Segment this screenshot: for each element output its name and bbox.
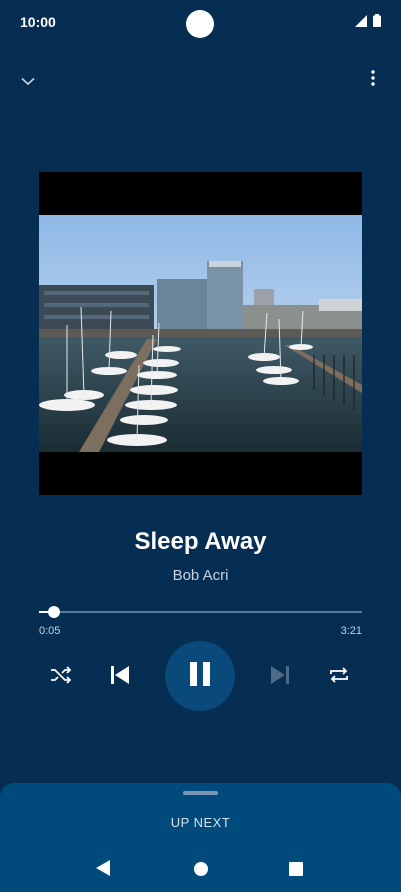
up-next-label: UP NEXT: [170, 815, 231, 830]
signal-icon: [355, 14, 367, 27]
camera-cutout: [186, 10, 214, 38]
battery-icon: [373, 14, 381, 27]
shuffle-icon: [50, 666, 72, 688]
status-time: 10:00: [20, 14, 56, 30]
repeat-icon: [328, 665, 350, 689]
seek-bar-thumb[interactable]: [48, 606, 60, 618]
skip-next-icon: [270, 666, 290, 688]
collapse-button[interactable]: [14, 66, 42, 94]
seek-bar-track: [39, 611, 362, 613]
more-vert-icon: [371, 70, 375, 90]
shuffle-button[interactable]: [46, 662, 76, 692]
sheet-drag-handle[interactable]: [183, 791, 218, 795]
home-icon: [194, 861, 208, 880]
pause-icon: [189, 662, 211, 690]
player-top-bar: [0, 62, 401, 98]
track-title: Sleep Away: [134, 528, 267, 555]
seek-bar[interactable]: [39, 604, 362, 620]
playback-controls: [0, 641, 401, 711]
status-icons: [355, 14, 381, 27]
previous-track-button[interactable]: [105, 662, 135, 692]
album-artwork: [39, 172, 362, 495]
track-artist: Bob Acri: [172, 567, 229, 584]
nav-back-button[interactable]: [91, 858, 115, 882]
elapsed-time: 0:05: [39, 625, 61, 637]
nav-recents-button[interactable]: [284, 858, 308, 882]
pause-button[interactable]: [165, 641, 235, 711]
total-duration: 3:21: [340, 625, 362, 637]
repeat-button[interactable]: [324, 662, 354, 692]
status-bar: 10:00: [0, 0, 401, 46]
system-navigation-bar: [0, 852, 401, 888]
skip-previous-icon: [110, 666, 130, 688]
nav-home-button[interactable]: [189, 858, 213, 882]
back-icon: [96, 860, 110, 880]
recents-icon: [289, 861, 303, 880]
more-options-button[interactable]: [359, 66, 387, 94]
chevron-down-icon: [21, 71, 35, 90]
artwork-photo-harbor: [39, 215, 362, 452]
next-track-button[interactable]: [265, 662, 295, 692]
